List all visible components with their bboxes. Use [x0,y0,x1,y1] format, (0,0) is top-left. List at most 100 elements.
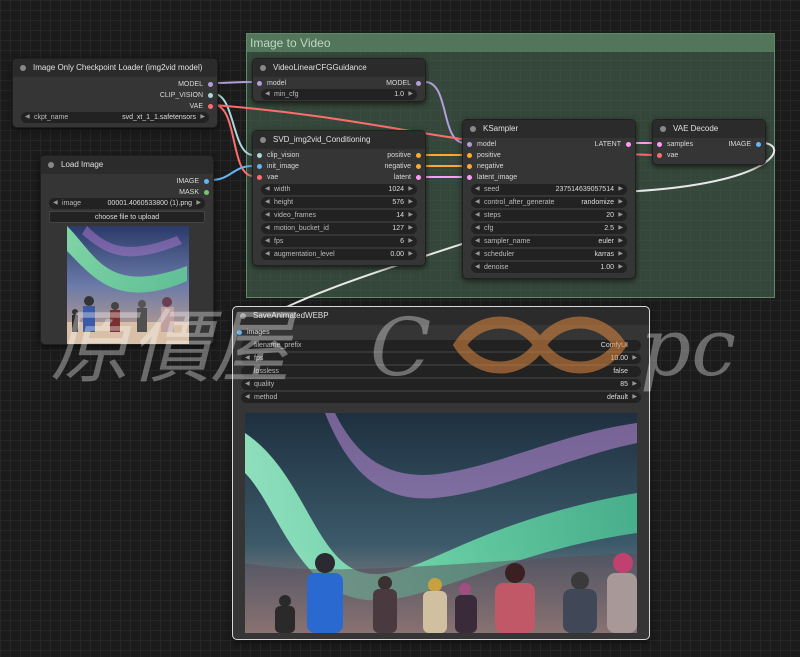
lossless-toggle[interactable]: lossless false [241,366,641,377]
arrow-right-icon[interactable]: ▶ [408,197,413,208]
node-title: SVD_img2vid_Conditioning [273,135,371,144]
socket-icon [416,175,421,180]
fps-widget[interactable]: ◀ fps 6 ▶ [261,236,417,247]
socket-icon [626,142,631,147]
output-positive[interactable]: positive [387,150,421,161]
output-clip-vision[interactable]: CLIP_VISION [160,90,213,101]
output-model[interactable]: MODEL [386,78,421,89]
quality-widget[interactable]: ◀ quality 85 ▶ [241,379,641,390]
input-samples[interactable]: samples [657,139,693,150]
arrow-left-icon[interactable]: ◀ [475,249,480,260]
arrow-right-icon[interactable]: ▶ [618,262,623,273]
arrow-right-icon[interactable]: ▶ [618,184,623,195]
arrow-left-icon[interactable]: ◀ [475,262,480,273]
arrow-left-icon[interactable]: ◀ [265,184,270,195]
arrow-right-icon[interactable]: ▶ [618,210,623,221]
arrow-right-icon[interactable]: ▶ [408,210,413,221]
socket-icon [657,153,662,158]
input-negative[interactable]: negative [467,161,503,172]
input-positive[interactable]: positive [467,150,501,161]
arrow-right-icon[interactable]: ▶ [408,184,413,195]
arrow-right-icon[interactable]: ▶ [200,112,205,123]
arrow-left-icon[interactable]: ◀ [245,379,250,390]
arrow-right-icon[interactable]: ▶ [408,236,413,247]
circle-dot-icon [240,313,246,319]
arrow-left-icon[interactable]: ◀ [25,112,30,123]
arrow-right-icon[interactable]: ▶ [632,379,637,390]
save-animated-webp-node[interactable]: SaveAnimatedWEBP images filename_prefix … [232,306,650,640]
sampler-name-widget[interactable]: ◀ sampler_name euler ▶ [471,236,627,247]
arrow-left-icon[interactable]: ◀ [265,89,270,100]
fps-widget[interactable]: ◀ fps 10.00 ▶ [241,353,641,364]
vae-decode-node[interactable]: VAE Decode samples vae IMAGE [652,119,766,165]
arrow-left-icon[interactable]: ◀ [245,392,250,403]
arrow-left-icon[interactable]: ◀ [475,184,480,195]
arrow-left-icon[interactable]: ◀ [265,210,270,221]
cfg-guidance-node[interactable]: VideoLinearCFGGuidance model MODEL ◀ min… [252,58,426,102]
checkpoint-loader-node[interactable]: Image Only Checkpoint Loader (img2vid mo… [12,58,218,128]
filename-prefix-widget[interactable]: filename_prefix ComfyUI [241,340,641,351]
output-model[interactable]: MODEL [178,79,213,90]
arrow-right-icon[interactable]: ▶ [618,197,623,208]
arrow-left-icon[interactable]: ◀ [475,223,480,234]
output-image[interactable]: IMAGE [728,139,761,150]
input-clip-vision[interactable]: clip_vision [257,150,299,161]
arrow-left-icon[interactable]: ◀ [265,249,270,260]
arrow-left-icon[interactable]: ◀ [53,198,58,209]
arrow-right-icon[interactable]: ▶ [618,249,623,260]
arrow-right-icon[interactable]: ▶ [196,198,201,209]
control-after-generate-widget[interactable]: ◀ control_after_generate randomize ▶ [471,197,627,208]
arrow-left-icon[interactable]: ◀ [475,210,480,221]
arrow-right-icon[interactable]: ▶ [618,223,623,234]
input-model[interactable]: model [467,139,496,150]
load-image-node[interactable]: Load Image IMAGE MASK ◀ image 00001.4060… [40,155,214,345]
augmentation-level-widget[interactable]: ◀ augmentation_level 0.00 ▶ [261,249,417,260]
seed-widget[interactable]: ◀ seed 237514639057514 ▶ [471,184,627,195]
arrow-left-icon[interactable]: ◀ [245,353,250,364]
min-cfg-widget[interactable]: ◀ min_cfg 1.0 ▶ [261,89,417,100]
arrow-left-icon[interactable]: ◀ [475,236,480,247]
socket-icon [208,93,213,98]
output-latent[interactable]: LATENT [595,139,631,150]
input-latent-image[interactable]: latent_image [467,172,517,183]
ksampler-node[interactable]: KSampler model positive negative latent_… [462,119,636,279]
input-vae[interactable]: vae [657,150,678,161]
arrow-left-icon[interactable]: ◀ [475,197,480,208]
input-vae[interactable]: vae [257,172,278,183]
arrow-right-icon[interactable]: ▶ [632,353,637,364]
node-title: SaveAnimatedWEBP [253,311,329,320]
arrow-left-icon[interactable]: ◀ [265,197,270,208]
input-model[interactable]: model [257,78,286,89]
arrow-right-icon[interactable]: ▶ [632,392,637,403]
arrow-right-icon[interactable]: ▶ [408,89,413,100]
arrow-left-icon[interactable]: ◀ [265,223,270,234]
output-image-preview [245,413,637,633]
steps-widget[interactable]: ◀ steps 20 ▶ [471,210,627,221]
output-vae[interactable]: VAE [190,101,213,112]
output-image[interactable]: IMAGE [176,176,209,187]
video-frames-widget[interactable]: ◀ video_frames 14 ▶ [261,210,417,221]
output-mask[interactable]: MASK [179,187,209,198]
method-widget[interactable]: ◀ method default ▶ [241,392,641,403]
arrow-right-icon[interactable]: ▶ [408,223,413,234]
arrow-right-icon[interactable]: ▶ [408,249,413,260]
input-images[interactable]: images [237,327,270,338]
arrow-left-icon[interactable]: ◀ [265,236,270,247]
cfg-widget[interactable]: ◀ cfg 2.5 ▶ [471,223,627,234]
image-select[interactable]: ◀ image 00001.4060533800 (1).png ▶ [49,198,205,209]
scheduler-widget[interactable]: ◀ scheduler karras ▶ [471,249,627,260]
width-widget[interactable]: ◀ width 1024 ▶ [261,184,417,195]
circle-dot-icon [48,162,54,168]
output-latent[interactable]: latent [394,172,421,183]
denoise-widget[interactable]: ◀ denoise 1.00 ▶ [471,262,627,273]
ckpt-name-select[interactable]: ◀ ckpt_name svd_xt_1_1.safetensors ▶ [21,112,209,123]
socket-icon [467,153,472,158]
input-init-image[interactable]: init_image [257,161,299,172]
socket-icon [657,142,662,147]
upload-button[interactable]: choose file to upload [49,211,205,223]
motion-bucket-widget[interactable]: ◀ motion_bucket_id 127 ▶ [261,223,417,234]
output-negative[interactable]: negative [385,161,421,172]
arrow-right-icon[interactable]: ▶ [618,236,623,247]
height-widget[interactable]: ◀ height 576 ▶ [261,197,417,208]
svd-conditioning-node[interactable]: SVD_img2vid_Conditioning clip_vision ini… [252,130,426,266]
